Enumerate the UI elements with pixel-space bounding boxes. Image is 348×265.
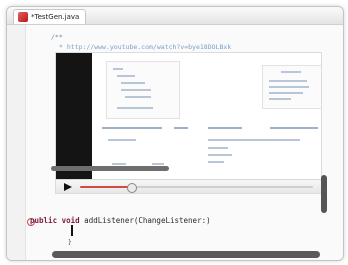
video-ui-box-right xyxy=(262,65,321,109)
editor-gutter xyxy=(7,25,26,260)
text-cursor xyxy=(71,225,73,236)
method-name-and-params: addListener(ChangeListener:) xyxy=(79,216,211,225)
video-controls xyxy=(56,179,321,193)
seek-bar[interactable] xyxy=(80,183,313,193)
editor-vertical-scrollbar[interactable] xyxy=(321,175,327,213)
comment-open-line: /** xyxy=(51,33,63,41)
video-horizontal-scrollbar[interactable] xyxy=(51,166,169,171)
comment-url-line: * http://www.youtube.com/watch?v=bye18DO… xyxy=(59,43,232,51)
video-ui-box-left xyxy=(106,61,180,119)
video-black-sidebar xyxy=(56,53,92,179)
method-declaration-line: public void addListener(ChangeListener:) xyxy=(30,216,211,225)
editor-horizontal-scrollbar[interactable] xyxy=(52,251,320,258)
seek-thumb[interactable] xyxy=(127,183,138,193)
closing-brace: } xyxy=(68,239,72,246)
method-keywords: public void xyxy=(30,216,80,225)
play-icon[interactable] xyxy=(64,183,72,191)
title-bar: *TestGen.java xyxy=(7,7,343,25)
file-tab-label: *TestGen.java xyxy=(31,13,80,21)
embedded-video-player[interactable] xyxy=(55,52,322,194)
seek-progress xyxy=(80,186,134,188)
video-frame xyxy=(92,53,321,179)
file-tab[interactable]: *TestGen.java xyxy=(13,9,87,24)
java-file-icon xyxy=(18,12,28,22)
code-editor[interactable]: /** * http://www.youtube.com/watch?v=bye… xyxy=(7,25,343,260)
editor-window: *TestGen.java /** * http://www.youtube.c… xyxy=(6,6,344,261)
